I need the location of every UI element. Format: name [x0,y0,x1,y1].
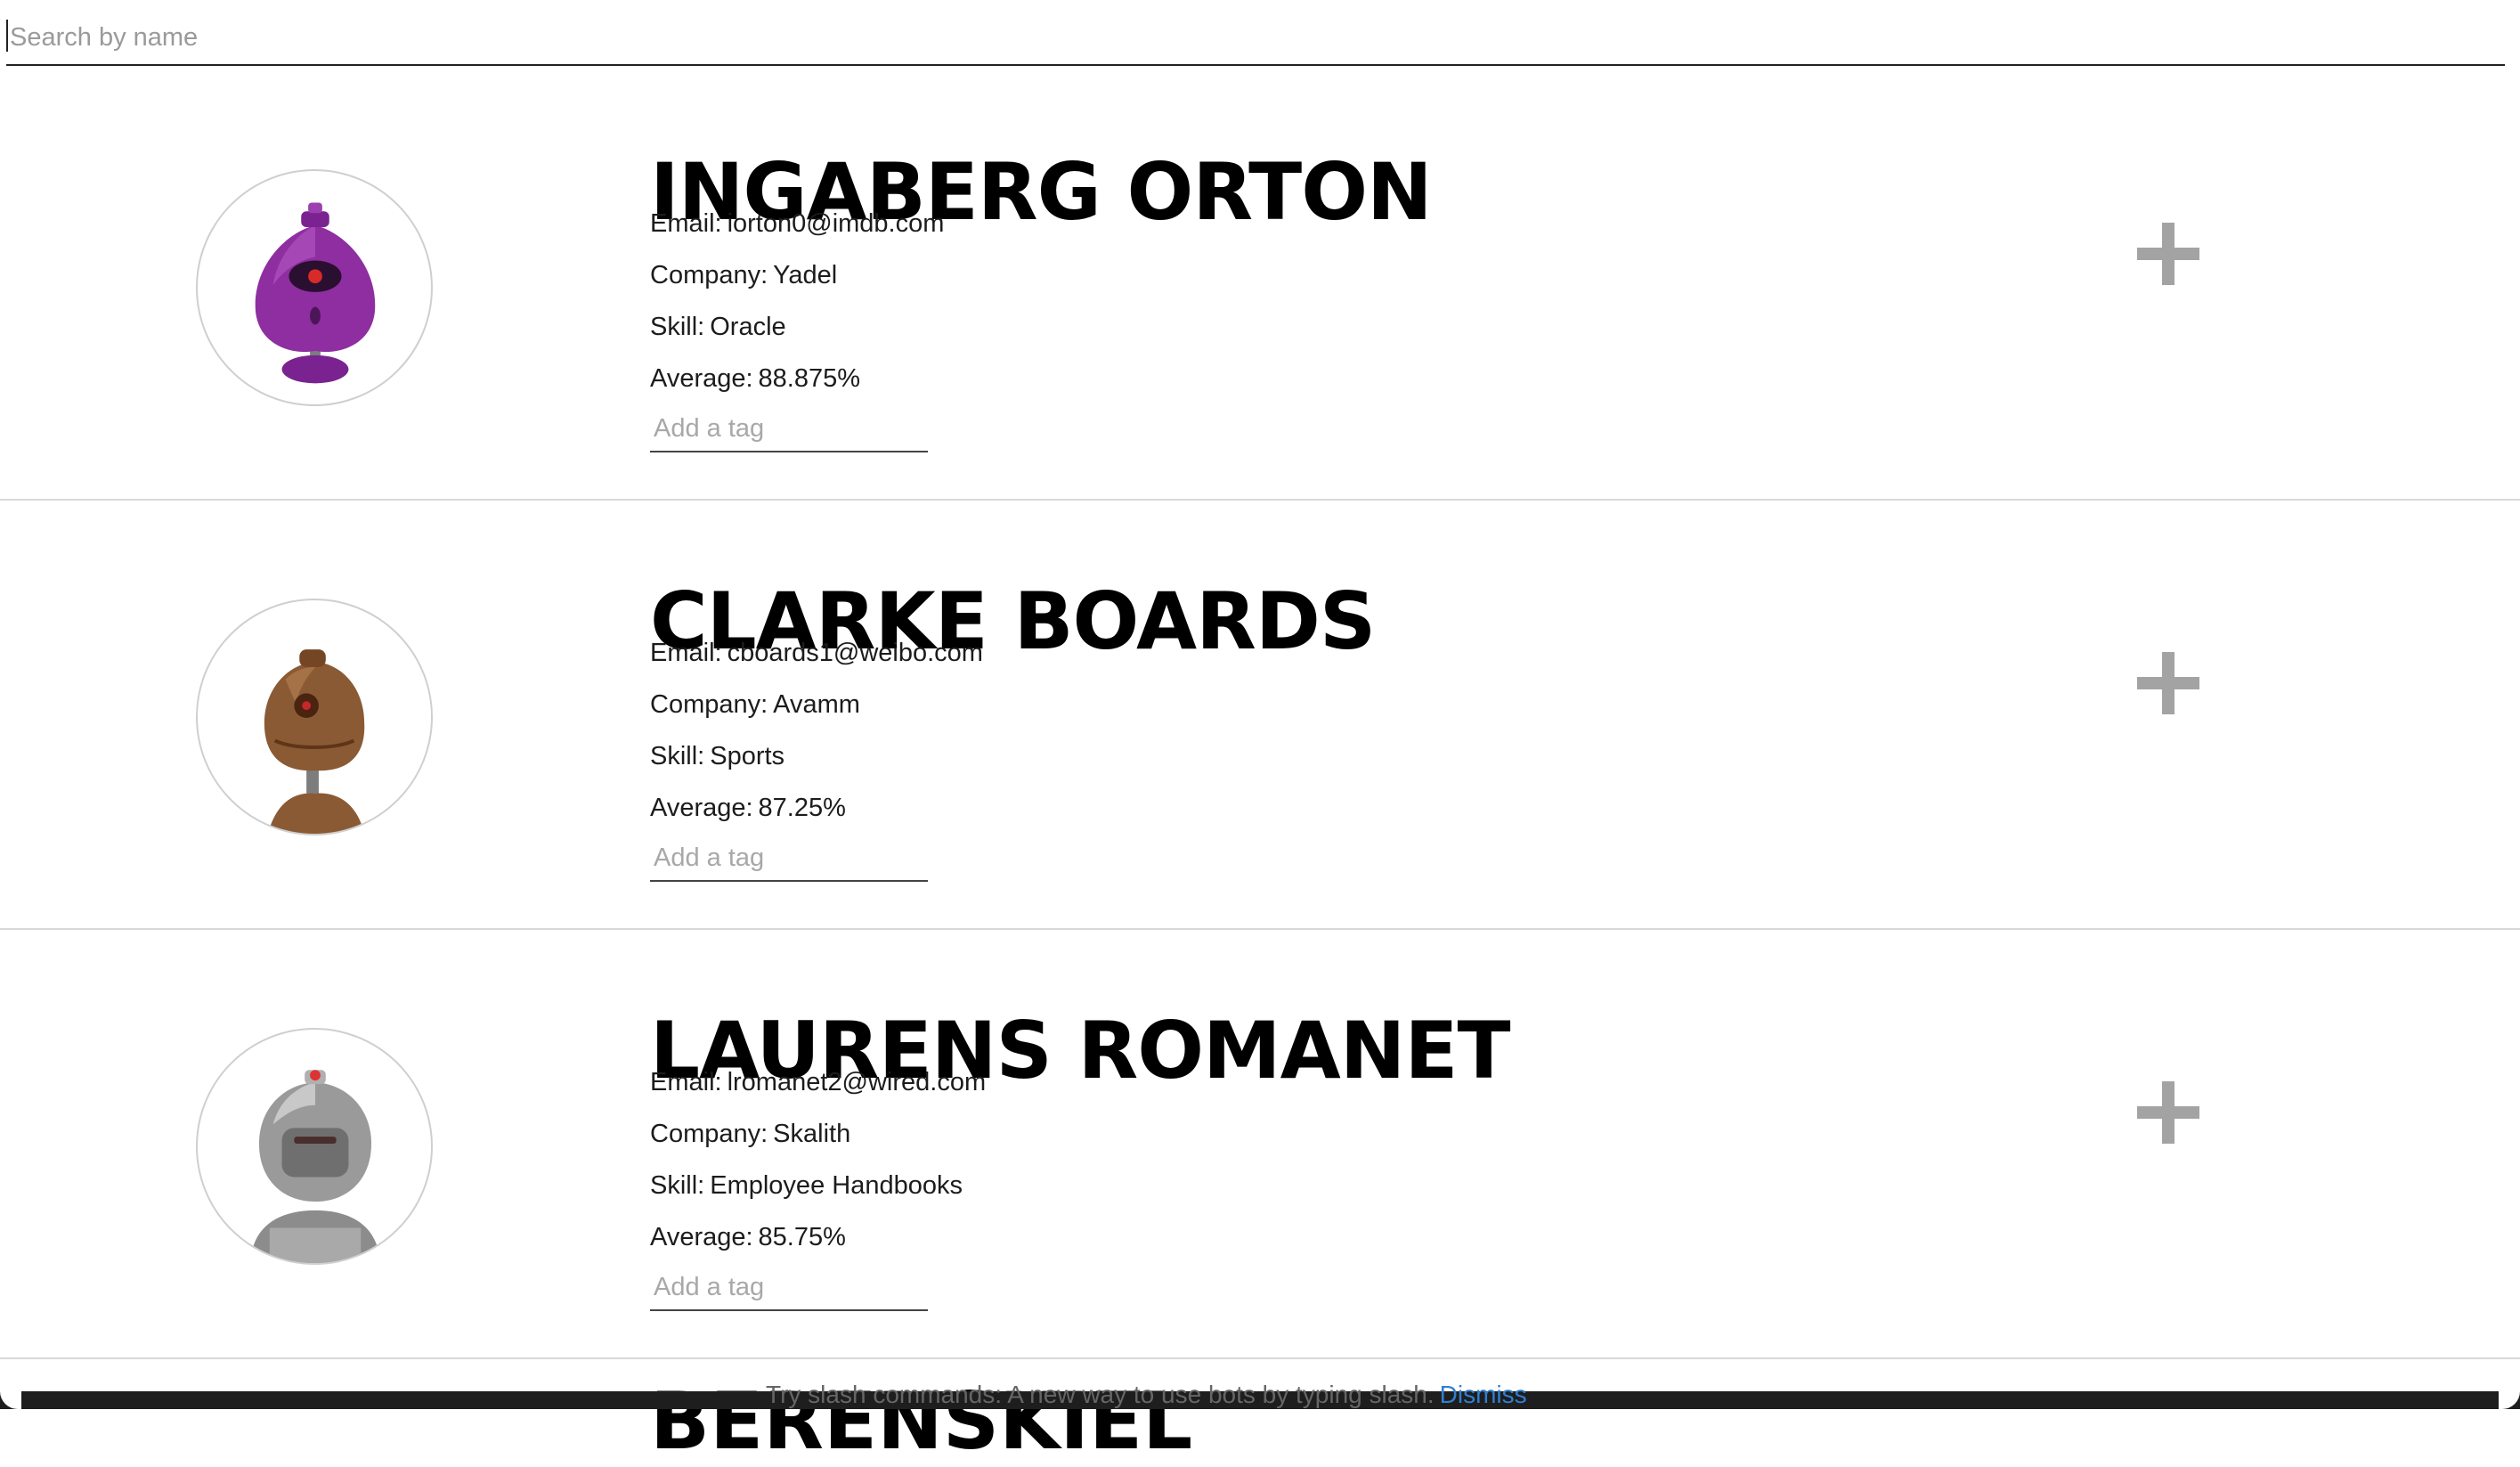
expand-button[interactable] [2137,223,2199,285]
average-label: Average: [650,794,753,822]
company-label: Company: [650,261,768,289]
average-label: Average: [650,364,753,393]
student-average: Average: 87.25% [650,794,846,823]
company-label: Company: [650,690,768,719]
tag-field [650,408,928,452]
average-value: 88.875% [758,364,861,393]
avatar [196,169,433,406]
email-label: Email: [650,639,722,667]
dismiss-link[interactable]: Dismiss [1440,1381,1527,1408]
skill-label: Skill: [650,1171,705,1200]
student-card: INGABERG ORTON Email: iorton0@imdb.com Co… [0,71,2520,501]
student-email: Email: cboards1@weibo.com [650,639,983,668]
tag-field [650,1267,928,1311]
student-average: Average: 85.75% [650,1223,846,1252]
student-skill: Skill: Sports [650,742,784,771]
avatar [196,1028,433,1265]
purple-robot-icon [255,202,376,384]
tag-field [650,837,928,882]
student-company: Company: Skalith [650,1120,850,1149]
email-label: Email: [650,1068,722,1096]
company-value: Yadel [773,261,838,289]
bottom-notification-bar: Try slash commands: A new way to use bot… [0,1382,2520,1409]
expand-button[interactable] [2137,652,2199,714]
tag-input[interactable] [650,1267,928,1308]
hint-text: Try slash commands: A new way to use bot… [766,1381,1435,1408]
slash-commands-hint: Try slash commands: A new way to use bot… [766,1382,1527,1407]
tag-input[interactable] [650,408,928,449]
student-card: CLARKE BOARDS Email: cboards1@weibo.com C… [0,501,2520,930]
student-skill: Skill: Oracle [650,313,786,342]
student-email: Email: lromanet2@wired.com [650,1068,986,1097]
student-average: Average: 88.875% [650,364,860,394]
skill-value: Employee Handbooks [710,1171,963,1200]
expand-button[interactable] [2137,1081,2199,1144]
company-value: Skalith [773,1120,851,1148]
student-company: Company: Yadel [650,261,837,290]
company-label: Company: [650,1120,768,1148]
email-value: lromanet2@wired.com [727,1068,987,1096]
skill-label: Skill: [650,742,705,770]
student-card: LAURENS ROMANET Email: lromanet2@wired.co… [0,930,2520,1359]
search-input[interactable] [6,12,2505,62]
student-company: Company: Avamm [650,690,860,720]
brown-robot-icon [264,649,365,834]
search-bar [6,12,2505,66]
tag-input[interactable] [650,837,928,878]
email-value: iorton0@imdb.com [727,209,945,238]
gray-robot-icon [250,1070,380,1263]
average-value: 85.75% [758,1223,846,1251]
skill-value: Oracle [710,313,786,341]
student-skill: Skill: Employee Handbooks [650,1171,963,1201]
email-label: Email: [650,209,722,238]
student-email: Email: iorton0@imdb.com [650,209,944,239]
average-label: Average: [650,1223,753,1251]
skill-value: Sports [710,742,785,770]
email-value: cboards1@weibo.com [727,639,983,667]
avatar [196,599,433,835]
skill-label: Skill: [650,313,705,341]
text-caret [6,20,8,52]
average-value: 87.25% [758,794,846,822]
company-value: Avamm [773,690,860,719]
